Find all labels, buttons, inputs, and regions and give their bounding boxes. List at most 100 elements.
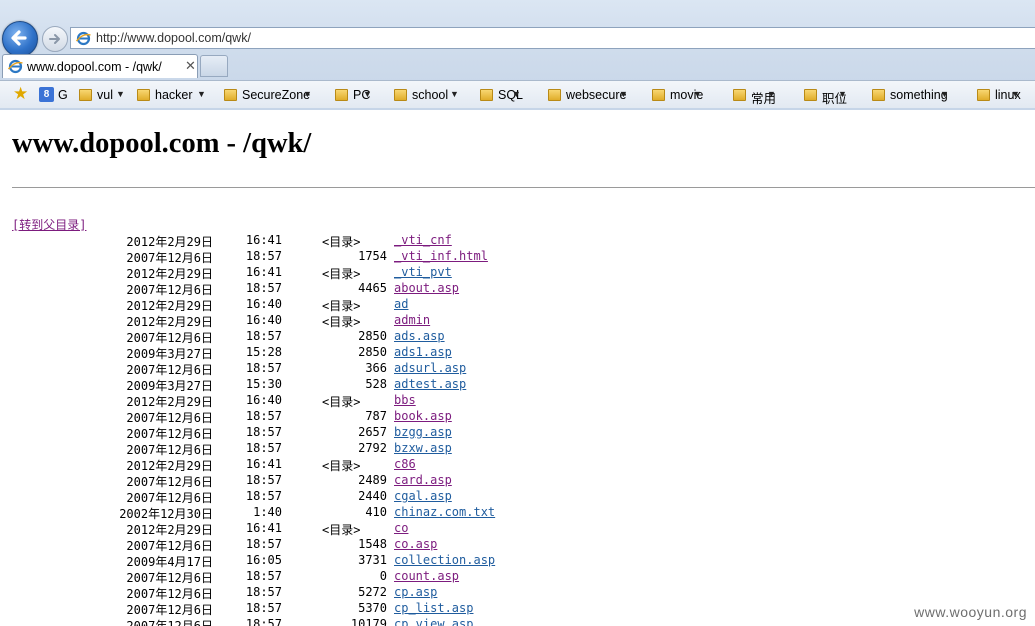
entry-link[interactable]: card.asp xyxy=(394,473,452,487)
entry-time: 16:40 xyxy=(245,313,282,327)
entry-link[interactable]: _vti_cnf xyxy=(394,233,452,247)
listing-row: 2002年12月30日 1:40 410 chinaz.com.txt xyxy=(0,504,1035,521)
entry-link[interactable]: bzgg.asp xyxy=(394,425,452,439)
entry-link[interactable]: bzxw.asp xyxy=(394,441,452,455)
entry-size: 1754 xyxy=(358,249,387,263)
parent-directory-link[interactable]: [转到父目录] xyxy=(12,216,86,233)
folder-icon xyxy=(977,89,990,101)
entry-time: 1:40 xyxy=(253,505,282,519)
entry-time: 18:57 xyxy=(245,585,282,599)
entry-link[interactable]: cgal.asp xyxy=(394,489,452,503)
entry-time: 18:57 xyxy=(245,537,282,551)
entry-link[interactable]: _vti_inf.html xyxy=(394,249,488,263)
entry-size: 3731 xyxy=(358,553,387,567)
entry-link[interactable]: chinaz.com.txt xyxy=(394,505,495,519)
favorite-folder-label: websecure xyxy=(566,88,627,102)
folder-icon xyxy=(335,89,348,101)
entry-size: 1548 xyxy=(358,537,387,551)
watermark: www.wooyun.org xyxy=(912,604,1029,620)
listing-row: 2009年3月27日 15:28 2850 ads1.asp xyxy=(0,344,1035,361)
entry-size: 410 xyxy=(365,505,387,519)
entry-link[interactable]: co xyxy=(394,521,408,535)
tab-title: www.dopool.com - /qwk/ xyxy=(27,60,162,74)
forward-button[interactable] xyxy=(42,26,68,52)
folder-icon xyxy=(872,89,885,101)
dropdown-arrow-icon: ▼ xyxy=(1011,89,1020,99)
address-bar[interactable]: http://www.dopool.com/qwk/ xyxy=(70,27,1035,49)
folder-icon xyxy=(733,89,746,101)
entry-time: 18:57 xyxy=(245,425,282,439)
entry-date: 2007年12月6日 xyxy=(126,619,213,626)
entry-time: 16:05 xyxy=(245,553,282,567)
entry-link[interactable]: ads.asp xyxy=(394,329,445,343)
listing-row: 2009年3月27日 15:30 528 adtest.asp xyxy=(0,376,1035,393)
entry-time: 16:41 xyxy=(245,457,282,471)
listing-row: 2012年2月29日 16:41 <目录> _vti_cnf xyxy=(0,232,1035,249)
listing-row: 2007年12月6日 18:57 0 count.asp xyxy=(0,568,1035,585)
entry-time: 18:57 xyxy=(245,329,282,343)
entry-link[interactable]: about.asp xyxy=(394,281,459,295)
entry-link[interactable]: collection.asp xyxy=(394,553,495,567)
folder-icon xyxy=(804,89,817,101)
listing-row: 2007年12月6日 18:57 10179 cp_view.asp xyxy=(0,616,1035,626)
google-icon[interactable]: 8 xyxy=(39,87,54,102)
dropdown-arrow-icon: ▼ xyxy=(693,89,702,99)
entry-size: 5272 xyxy=(358,585,387,599)
listing-row: 2012年2月29日 16:41 <目录> co xyxy=(0,520,1035,537)
dropdown-arrow-icon: ▼ xyxy=(197,89,206,99)
entry-link[interactable]: book.asp xyxy=(394,409,452,423)
entry-time: 18:57 xyxy=(245,249,282,263)
url-text[interactable]: http://www.dopool.com/qwk/ xyxy=(96,31,251,45)
entry-link[interactable]: cp_view.asp xyxy=(394,617,473,626)
entry-size: 528 xyxy=(365,377,387,391)
dropdown-arrow-icon: ▼ xyxy=(116,89,125,99)
entry-time: 18:57 xyxy=(245,281,282,295)
forward-arrow-icon xyxy=(49,34,60,44)
folder-icon xyxy=(79,89,92,101)
new-tab-button[interactable] xyxy=(200,55,228,77)
divider xyxy=(12,187,1035,188)
entry-link[interactable]: ad xyxy=(394,297,408,311)
page-content: www.dopool.com - /qwk/ [转到父目录] 2012年2月29… xyxy=(0,110,1035,626)
entry-link[interactable]: cp_list.asp xyxy=(394,601,473,615)
close-tab-icon[interactable]: ✕ xyxy=(185,58,196,74)
entry-time: 16:41 xyxy=(245,265,282,279)
dropdown-arrow-icon: ▼ xyxy=(512,89,521,99)
back-button[interactable] xyxy=(2,21,38,57)
listing-row: 2012年2月29日 16:41 <目录> _vti_pvt xyxy=(0,264,1035,281)
back-arrow-icon xyxy=(11,30,27,46)
listing-row: 2007年12月6日 18:57 2489 card.asp xyxy=(0,472,1035,489)
entry-link[interactable]: c86 xyxy=(394,457,416,471)
folder-icon xyxy=(548,89,561,101)
entry-time: 18:57 xyxy=(245,617,282,626)
entry-link[interactable]: cp.asp xyxy=(394,585,437,599)
entry-time: 15:30 xyxy=(245,377,282,391)
listing-row: 2012年2月29日 16:41 <目录> c86 xyxy=(0,456,1035,473)
tab-active[interactable]: www.dopool.com - /qwk/ ✕ xyxy=(2,54,198,78)
entry-link[interactable]: admin xyxy=(394,313,430,327)
entry-time: 16:40 xyxy=(245,297,282,311)
entry-link[interactable]: _vti_pvt xyxy=(394,265,452,279)
favorite-google-label[interactable]: G xyxy=(58,88,68,102)
entry-time: 16:41 xyxy=(245,233,282,247)
entry-size: 366 xyxy=(365,361,387,375)
folder-icon xyxy=(224,89,237,101)
entry-link[interactable]: adsurl.asp xyxy=(394,361,466,375)
entry-link[interactable]: adtest.asp xyxy=(394,377,466,391)
entry-link[interactable]: bbs xyxy=(394,393,416,407)
folder-icon xyxy=(137,89,150,101)
dropdown-arrow-icon: ▼ xyxy=(450,89,459,99)
entry-time: 18:57 xyxy=(245,473,282,487)
entry-link[interactable]: co.asp xyxy=(394,537,437,551)
listing-row: 2007年12月6日 18:57 1548 co.asp xyxy=(0,536,1035,553)
entry-link[interactable]: ads1.asp xyxy=(394,345,452,359)
entry-size: 2440 xyxy=(358,489,387,503)
entry-link[interactable]: count.asp xyxy=(394,569,459,583)
favorites-star-icon[interactable]: ★ xyxy=(13,85,28,103)
listing-row: 2012年2月29日 16:40 <目录> admin xyxy=(0,312,1035,329)
tab-strip: www.dopool.com - /qwk/ ✕ xyxy=(0,53,1035,78)
listing-row: 2012年2月29日 16:40 <目录> ad xyxy=(0,296,1035,313)
entry-size: 0 xyxy=(379,569,387,583)
favorite-folder-label: hacker xyxy=(155,88,193,102)
dropdown-arrow-icon: ▼ xyxy=(303,89,312,99)
